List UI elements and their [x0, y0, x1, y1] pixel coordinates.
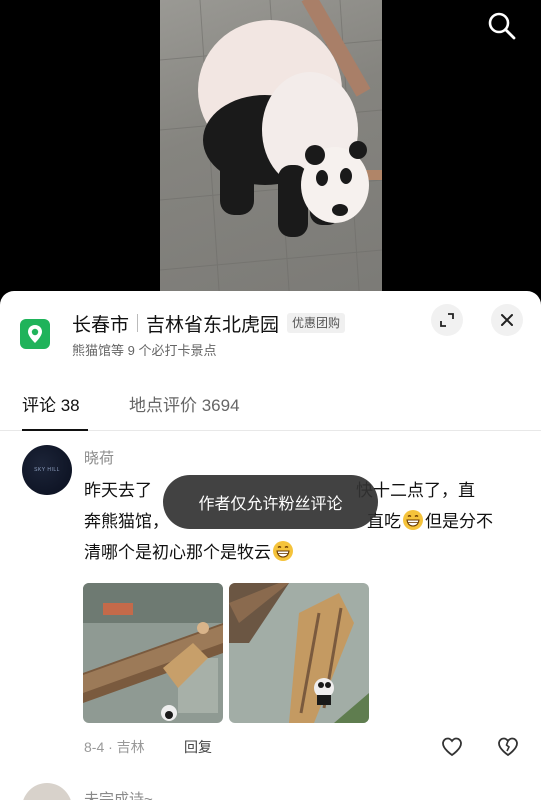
dislike-button[interactable]: [496, 735, 520, 759]
panda-enclosure-photo: [83, 583, 223, 723]
video-area[interactable]: [0, 0, 541, 305]
title-divider: [137, 314, 139, 332]
comment-line-3: 清哪个是初心那个是牧云: [84, 537, 524, 568]
toast-message: 作者仅允许粉丝评论: [163, 475, 378, 529]
comment-author[interactable]: 晓荷: [84, 447, 114, 468]
close-button[interactable]: [491, 304, 523, 336]
tab-comments[interactable]: 评论 38: [22, 391, 80, 416]
panda-video-frame[interactable]: [160, 0, 382, 305]
location-pin-icon: [20, 319, 50, 349]
deal-badge[interactable]: 优惠团购: [287, 313, 346, 333]
broken-heart-icon: [498, 737, 518, 757]
reply-button[interactable]: 回复: [184, 737, 212, 757]
location-title[interactable]: 长春市 吉林省东北虎园 优惠团购: [72, 310, 346, 336]
grin-emoji-icon: [403, 510, 423, 530]
location-sheet: 长春市 吉林省东北虎园 优惠团购 熊猫馆等 9 个必打卡景点 评论 38 地点评…: [0, 291, 541, 800]
comment-photo-1[interactable]: [83, 583, 223, 723]
grin-emoji-icon: [273, 541, 293, 561]
tab-place-reviews[interactable]: 地点评价 3694: [129, 391, 240, 416]
panda-image: [160, 0, 382, 305]
expand-button[interactable]: [431, 304, 463, 336]
comment-date-location: 8-4 · 吉林: [84, 739, 145, 755]
location-city: 长春市: [72, 314, 130, 336]
location-place: 吉林省东北虎园: [146, 314, 280, 336]
location-subtitle: 熊猫馆等 9 个必打卡景点: [72, 343, 217, 358]
heart-icon: [442, 737, 462, 757]
next-comment-author[interactable]: 未完成诗~: [84, 788, 153, 800]
close-icon: [501, 314, 513, 326]
comment-photo-2[interactable]: [229, 583, 369, 723]
next-comment-avatar[interactable]: [22, 783, 72, 800]
location-header[interactable]: 长春市 吉林省东北虎园 优惠团购 熊猫馆等 9 个必打卡景点: [0, 291, 541, 371]
search-button[interactable]: [484, 8, 520, 44]
active-tab-indicator: [22, 429, 88, 431]
search-icon: [488, 12, 516, 40]
avatar[interactable]: SKY HILL: [22, 445, 72, 495]
expand-icon: [440, 313, 454, 327]
like-button[interactable]: [440, 735, 464, 759]
panda-enclosure-photo: [229, 583, 369, 723]
tab-bar: 评论 38 地点评价 3694: [0, 387, 541, 431]
